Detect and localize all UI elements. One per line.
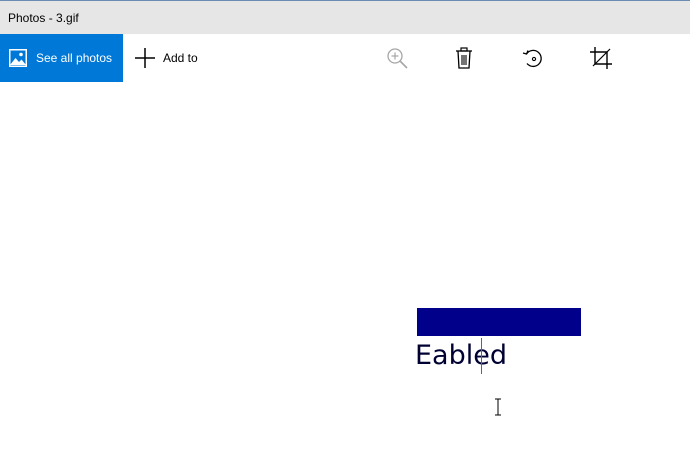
add-to-button[interactable]: Add to	[130, 34, 210, 82]
zoom-icon[interactable]	[385, 46, 409, 70]
photos-app-window: Photos - 3.gif See all photos Add to Eab…	[0, 0, 690, 455]
image-text: Eabled	[415, 340, 507, 371]
plus-icon	[135, 48, 155, 68]
title-bar[interactable]: Photos - 3.gif	[0, 0, 690, 34]
window-title: Photos - 3.gif	[8, 11, 79, 25]
toolbar: See all photos Add to	[0, 34, 690, 82]
image-blue-bar	[417, 308, 581, 336]
add-to-label: Add to	[163, 51, 198, 65]
ibeam-cursor-icon	[493, 398, 503, 416]
see-all-photos-button[interactable]: See all photos	[0, 34, 123, 82]
photos-icon	[9, 49, 27, 67]
image-canvas[interactable]: Eabled	[0, 82, 690, 455]
see-all-photos-label: See all photos	[36, 51, 113, 65]
text-caret	[481, 338, 482, 374]
delete-icon[interactable]	[452, 46, 476, 70]
crop-icon[interactable]	[589, 46, 613, 70]
rotate-icon[interactable]	[521, 46, 545, 70]
